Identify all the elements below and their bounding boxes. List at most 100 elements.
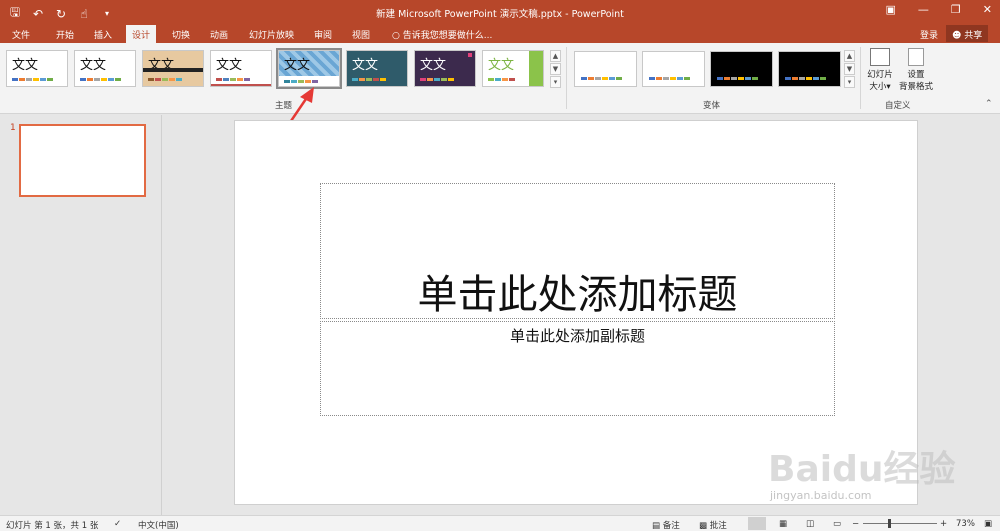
theme-wood[interactable]: 文文 — [142, 50, 204, 87]
tab-insert[interactable]: 插入 — [94, 28, 112, 41]
theme-color-bars — [216, 78, 250, 81]
tell-me-text: 告诉我您想要做什么... — [402, 31, 493, 41]
notes-icon: ▤ — [652, 521, 661, 531]
variant-2[interactable] — [642, 51, 705, 87]
person-icon: ☻ — [952, 31, 962, 41]
themes-more[interactable]: ▾ — [550, 76, 561, 88]
watermark-brand: Baidu经验 — [768, 449, 956, 490]
format-bg-label-2: 背景格式 — [898, 82, 933, 92]
theme-sample-text: 文文 — [352, 58, 379, 73]
restore-icon[interactable]: ❐ — [951, 3, 961, 16]
fit-to-window-icon[interactable]: ▣ — [984, 519, 992, 529]
variants-more[interactable]: ▾ — [844, 76, 855, 88]
slide-size-label: 幻灯片 — [867, 70, 893, 80]
minimize-icon[interactable]: — — [918, 3, 929, 16]
group-separator — [566, 47, 567, 109]
tab-design[interactable]: 设计 — [126, 25, 157, 43]
spellcheck-icon[interactable]: ✓ — [114, 519, 121, 529]
theme-sample-text: 文文 — [420, 58, 447, 73]
variant-color-bars — [785, 77, 826, 80]
slide-size-button[interactable]: 幻灯片 大小▾ — [864, 48, 896, 92]
baidu-watermark: Baidu经验 jingyan.baidu.com — [760, 430, 975, 510]
theme-green[interactable]: 文文 — [482, 50, 544, 87]
variants-scroll-up[interactable]: ▲ — [844, 50, 855, 62]
reading-view-icon[interactable]: ◫ — [806, 519, 814, 529]
theme-sample-text: 文文 — [488, 58, 515, 73]
themes-scroll-down[interactable]: ▼ — [550, 63, 561, 75]
theme-color-bars — [352, 78, 386, 81]
tab-file[interactable]: 文件 — [12, 28, 30, 41]
close-icon[interactable]: ✕ — [983, 3, 992, 16]
variant-3[interactable] — [710, 51, 773, 87]
watermark-url: jingyan.baidu.com — [770, 489, 872, 502]
theme-accent-dot — [468, 53, 472, 57]
share-label: 共享 — [964, 31, 983, 41]
dropdown-arrow-icon: ▾ — [886, 82, 891, 92]
tab-view[interactable]: 视图 — [352, 28, 370, 41]
variants-group-label: 变体 — [703, 101, 721, 111]
zoom-out-icon[interactable]: − — [852, 519, 859, 529]
ribbon-design: 文文 文文 文文 文文 文文 文文 文文 文文 ▲ ▼ ▾ 主题 ▲ ▼ ▾ 变… — [0, 43, 1000, 114]
theme-dark-teal[interactable]: 文文 — [346, 50, 408, 87]
themes-scroll-up[interactable]: ▲ — [550, 50, 561, 62]
language-indicator[interactable]: 中文(中国) — [138, 519, 179, 531]
variant-1[interactable] — [574, 51, 637, 87]
comments-label: 批注 — [709, 521, 727, 531]
slide-size-label-2: 大小 — [869, 82, 887, 92]
variant-color-bars — [581, 77, 622, 80]
format-background-button[interactable]: 设置 背景格式 — [896, 48, 936, 92]
format-bg-label: 设置 — [907, 70, 925, 80]
lightbulb-icon: ○ — [392, 31, 400, 41]
zoom-slider[interactable] — [863, 523, 937, 524]
comments-button[interactable]: ▩ 批注 — [699, 519, 727, 531]
theme-color-bars — [12, 78, 53, 81]
window-title: 新建 Microsoft PowerPoint 演示文稿.pptx - Powe… — [376, 9, 624, 20]
title-placeholder[interactable]: 单击此处添加标题 — [320, 183, 835, 319]
ribbon-display-options-icon[interactable]: ▣ — [886, 3, 896, 16]
theme-color-bars — [488, 78, 515, 81]
theme-office[interactable]: 文文 — [6, 50, 68, 87]
login-link[interactable]: 登录 — [920, 28, 938, 41]
theme-sample-text: 文文 — [80, 58, 107, 73]
tab-home[interactable]: 开始 — [56, 28, 74, 41]
thumbnail-number: 1 — [10, 123, 16, 133]
theme-pattern-selected[interactable]: 文文 — [276, 48, 342, 89]
zoom-in-icon[interactable]: + — [940, 519, 947, 529]
subtitle-placeholder[interactable]: 单击此处添加副标题 — [320, 321, 835, 416]
notes-button[interactable]: ▤ 备注 — [652, 519, 680, 531]
zoom-slider-thumb[interactable] — [888, 519, 891, 528]
tab-transitions[interactable]: 切换 — [172, 28, 190, 41]
tab-review[interactable]: 审阅 — [314, 28, 332, 41]
tell-me-box[interactable]: ○ 告诉我您想要做什么... — [392, 28, 492, 41]
theme-color-bars — [420, 78, 454, 81]
variants-scroll-down[interactable]: ▼ — [844, 63, 855, 75]
theme-stripe — [143, 68, 203, 72]
title-placeholder-text: 单击此处添加标题 — [417, 272, 738, 318]
theme-office-2[interactable]: 文文 — [74, 50, 136, 87]
slide-thumbnails-pane: 1 — [0, 115, 162, 515]
group-separator — [860, 47, 861, 109]
customize-group-label: 自定义 — [885, 101, 911, 111]
slideshow-icon[interactable]: ▭ — [833, 519, 841, 529]
slide-size-icon — [870, 48, 890, 66]
slide-thumbnail[interactable] — [19, 124, 146, 197]
window-controls: ▣ — ❐ ✕ — [886, 3, 993, 16]
collapse-ribbon-icon[interactable]: ⌃ — [985, 99, 993, 109]
format-background-icon — [908, 48, 924, 66]
normal-view-icon[interactable] — [748, 517, 766, 530]
slide-counter: 幻灯片 第 1 张，共 1 张 — [6, 521, 99, 531]
ribbon-tab-bar: 文件 开始 插入 设计 切换 动画 幻灯片放映 审阅 视图 ○ 告诉我您想要做什… — [0, 24, 1000, 43]
theme-underline — [211, 84, 271, 86]
zoom-level[interactable]: 73% — [956, 519, 975, 529]
theme-color-bars — [80, 78, 121, 81]
tab-slideshow[interactable]: 幻灯片放映 — [249, 28, 294, 41]
status-bar: 幻灯片 第 1 张，共 1 张 ✓ 中文(中国) ▤ 备注 ▩ 批注 ▦ ◫ ▭… — [0, 515, 1000, 531]
theme-sample-text: 文文 — [284, 58, 311, 73]
tab-animations[interactable]: 动画 — [210, 28, 228, 41]
variant-4[interactable] — [778, 51, 841, 87]
theme-sample-text: 文文 — [216, 58, 243, 73]
theme-simple[interactable]: 文文 — [210, 50, 272, 87]
slide-sorter-icon[interactable]: ▦ — [779, 519, 787, 529]
theme-dark-purple[interactable]: 文文 — [414, 50, 476, 87]
share-button[interactable]: ☻ 共享 — [946, 25, 989, 42]
